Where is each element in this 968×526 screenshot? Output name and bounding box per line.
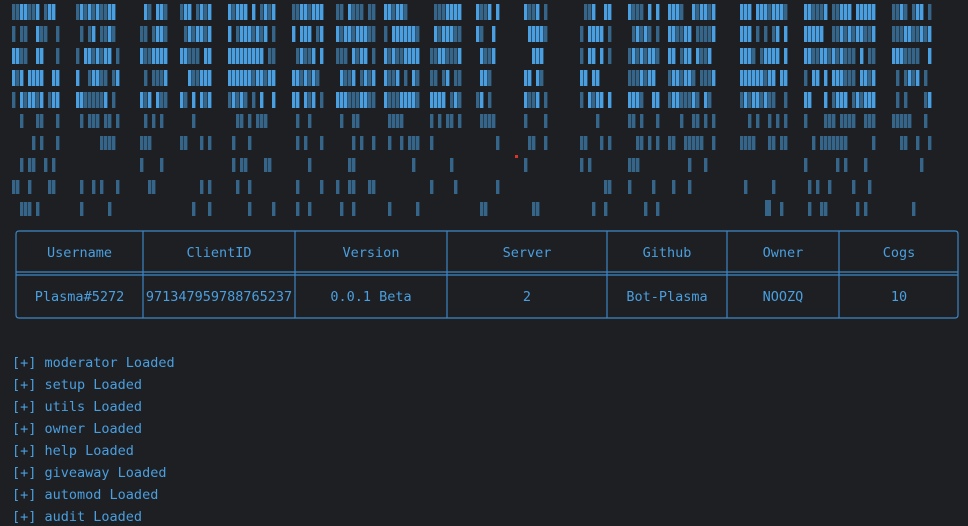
cell-owner: NOOZQ <box>762 289 804 305</box>
cell-github: Bot-Plasma <box>626 289 708 305</box>
header-username: Username <box>46 245 113 261</box>
log-line: [+] moderator Loaded <box>12 352 175 374</box>
log-line: [+] utils Loaded <box>12 396 175 418</box>
log-text: setup Loaded <box>44 377 143 393</box>
cog-load-log: [+] moderator Loaded [+] setup Loaded [+… <box>12 352 175 526</box>
ascii-banner <box>12 4 932 216</box>
header-cogs: Cogs <box>882 245 916 261</box>
cell-clientid: 971347959788765237 <box>145 289 293 305</box>
info-table: Username ClientID Version Server Github … <box>15 230 960 320</box>
header-version: Version <box>342 245 400 261</box>
log-prefix: [+] <box>12 487 37 503</box>
header-server: Server <box>502 245 552 261</box>
log-prefix: [+] <box>12 399 37 415</box>
cell-version: 0.0.1 Beta <box>330 289 412 305</box>
log-text: owner Loaded <box>44 421 143 437</box>
header-github: Github <box>642 245 692 261</box>
log-line: [+] automod Loaded <box>12 484 175 506</box>
log-line: [+] audit Loaded <box>12 506 175 526</box>
cell-server: 2 <box>522 289 532 305</box>
log-line: [+] owner Loaded <box>12 418 175 440</box>
log-line: [+] setup Loaded <box>12 374 175 396</box>
log-text: utils Loaded <box>44 399 143 415</box>
header-owner: Owner <box>762 245 804 261</box>
log-text: audit Loaded <box>44 509 143 525</box>
log-text: help Loaded <box>44 443 134 459</box>
log-prefix: [+] <box>12 377 37 393</box>
log-text: automod Loaded <box>44 487 159 503</box>
log-line: [+] help Loaded <box>12 440 175 462</box>
cell-username: Plasma#5272 <box>34 289 125 305</box>
cell-cogs: 10 <box>890 289 908 305</box>
log-prefix: [+] <box>12 421 37 437</box>
log-text: moderator Loaded <box>44 355 175 371</box>
red-dot <box>515 155 518 158</box>
log-prefix: [+] <box>12 355 37 371</box>
header-clientid: ClientID <box>186 245 252 261</box>
log-prefix: [+] <box>12 443 37 459</box>
log-prefix: [+] <box>12 465 37 481</box>
log-line: [+] giveaway Loaded <box>12 462 175 484</box>
log-prefix: [+] <box>12 509 37 525</box>
log-text: giveaway Loaded <box>44 465 167 481</box>
